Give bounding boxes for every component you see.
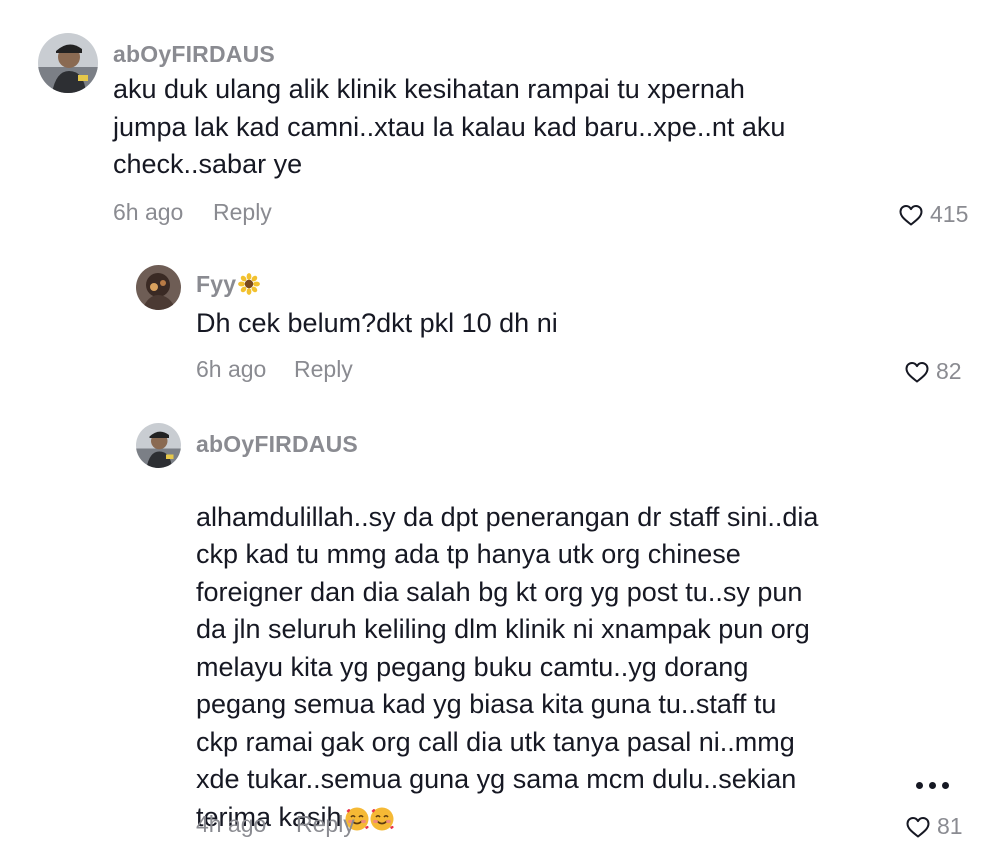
comment-timestamp: 6h ago: [196, 356, 267, 382]
more-dot: [916, 782, 923, 789]
comment-username[interactable]: abOyFIRDAUS: [113, 41, 275, 68]
avatar[interactable]: [136, 265, 181, 310]
comment-timestamp: 6h ago: [113, 199, 184, 225]
reply-button[interactable]: Reply: [213, 199, 272, 226]
like-button[interactable]: 81: [905, 813, 963, 840]
more-options-icon[interactable]: [916, 782, 949, 789]
comment-username[interactable]: Fyy: [196, 271, 261, 298]
avatar[interactable]: [136, 423, 181, 468]
more-dot: [942, 782, 949, 789]
heart-outline-icon: [905, 361, 929, 382]
comment-username[interactable]: abOyFIRDAUS: [196, 431, 358, 458]
more-dot: [929, 782, 936, 789]
sunflower-emoji: [238, 273, 261, 295]
username-text: Fyy: [196, 271, 237, 297]
like-button[interactable]: 415: [898, 201, 968, 228]
comment-text-body: alhamdulillah..sy da dpt penerangan dr s…: [196, 501, 819, 832]
like-button[interactable]: 82: [904, 358, 962, 385]
reply-button[interactable]: Reply: [294, 356, 353, 383]
comment-text: Dh cek belum?dkt pkl 10 dh ni: [196, 308, 558, 338]
heart-outline-icon: [906, 816, 930, 837]
like-count: 415: [930, 201, 969, 227]
comment-text: aku duk ulang alik klinik kesihatan ramp…: [113, 74, 786, 179]
comment-timestamp: 4h ago: [196, 811, 267, 837]
reply-button[interactable]: Reply: [296, 811, 355, 838]
heart-outline-icon: [899, 204, 923, 225]
like-count: 82: [936, 358, 962, 384]
comment-text: alhamdulillah..sy da dpt penerangan dr s…: [196, 461, 818, 842]
avatar[interactable]: [38, 33, 98, 93]
like-count: 81: [937, 813, 963, 839]
